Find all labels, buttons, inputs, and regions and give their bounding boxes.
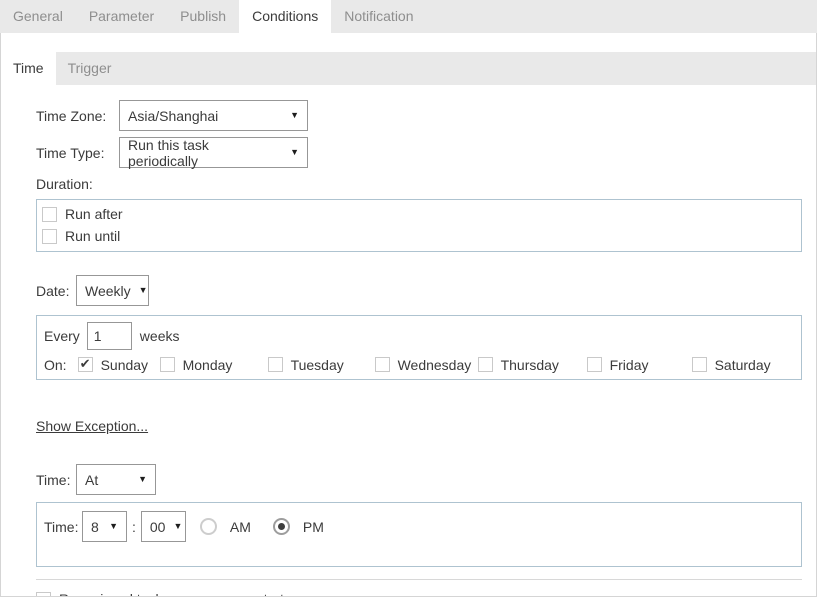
divider (36, 579, 802, 580)
duration-label: Duration: (36, 174, 801, 194)
run-missed-row: ✔ Run missed task upon server restart (36, 591, 801, 597)
pm-label: PM (303, 519, 324, 535)
timetype-value: Run this task periodically (128, 137, 282, 169)
time-separator: : (132, 519, 136, 535)
time-mode-value: At (85, 472, 98, 488)
am-radio[interactable] (200, 518, 217, 535)
pm-radio[interactable] (273, 518, 290, 535)
time-detail-label: Time: (44, 519, 82, 535)
timezone-row: Time Zone: Asia/Shanghai ▼ (36, 100, 801, 131)
saturday-label: Saturday (715, 357, 771, 373)
timetype-select[interactable]: Run this task periodically ▼ (119, 137, 308, 168)
caret-down-icon: ▼ (139, 286, 148, 295)
time-settings-form: Time Zone: Asia/Shanghai ▼ Time Type: Ru… (1, 85, 816, 597)
time-mode-row: Time: At ▼ (36, 464, 801, 495)
conditions-panel: Time Trigger Time Zone: Asia/Shanghai ▼ … (0, 33, 817, 597)
sub-tab-bar: Time Trigger (1, 52, 816, 85)
run-until-row: ✔ Run until (42, 225, 801, 247)
thursday-checkbox[interactable]: ✔ (478, 357, 493, 372)
show-exception-link[interactable]: Show Exception... (36, 418, 148, 434)
weeks-label: weeks (140, 328, 180, 344)
weekly-box: Every weeks On: ✔ Sunday ✔ Monday ✔ Tues… (36, 315, 802, 380)
day-saturday: ✔ Saturday (692, 357, 771, 373)
caret-down-icon: ▼ (109, 522, 118, 531)
tab-conditions[interactable]: Conditions (239, 0, 331, 33)
run-after-row: ✔ Run after (42, 203, 801, 225)
sunday-checkbox[interactable]: ✔ (78, 357, 93, 372)
tab-publish[interactable]: Publish (167, 0, 239, 33)
saturday-checkbox[interactable]: ✔ (692, 357, 707, 372)
date-select[interactable]: Weekly ▼ (76, 275, 149, 306)
every-weeks-input[interactable] (87, 322, 132, 350)
every-label: Every (44, 328, 80, 344)
day-tuesday: ✔ Tuesday (268, 357, 375, 373)
run-after-label: Run after (65, 206, 123, 222)
time-mode-select[interactable]: At ▼ (76, 464, 156, 495)
wednesday-checkbox[interactable]: ✔ (375, 357, 390, 372)
time-box: Time: 8 ▼ : 00 ▼ AM PM (36, 502, 802, 567)
run-after-checkbox[interactable]: ✔ (42, 207, 57, 222)
sunday-label: Sunday (101, 357, 148, 373)
minute-select[interactable]: 00 ▼ (141, 511, 186, 542)
duration-box: ✔ Run after ✔ Run until (36, 199, 802, 252)
run-missed-checkbox[interactable]: ✔ (36, 592, 51, 598)
radio-dot (278, 523, 285, 530)
tuesday-label: Tuesday (291, 357, 344, 373)
weekday-row: On: ✔ Sunday ✔ Monday ✔ Tuesday ✔ Wednes… (44, 355, 801, 374)
date-value: Weekly (85, 283, 131, 299)
friday-label: Friday (610, 357, 649, 373)
hour-select[interactable]: 8 ▼ (82, 511, 127, 542)
day-thursday: ✔ Thursday (478, 357, 587, 373)
caret-down-icon: ▼ (290, 148, 299, 157)
tab-notification[interactable]: Notification (331, 0, 426, 33)
run-missed-label: Run missed task upon server restart (59, 591, 284, 597)
tab-parameter[interactable]: Parameter (76, 0, 167, 33)
caret-down-icon: ▼ (173, 522, 182, 531)
tab-general[interactable]: General (0, 0, 76, 33)
friday-checkbox[interactable]: ✔ (587, 357, 602, 372)
monday-checkbox[interactable]: ✔ (160, 357, 175, 372)
day-sunday: ✔ Sunday (78, 357, 160, 373)
run-until-checkbox[interactable]: ✔ (42, 229, 57, 244)
wednesday-label: Wednesday (398, 357, 472, 373)
timetype-row: Time Type: Run this task periodically ▼ (36, 137, 801, 168)
every-weeks-row: Every weeks (44, 322, 801, 350)
timezone-label: Time Zone: (36, 108, 119, 124)
date-row: Date: Weekly ▼ (36, 275, 801, 306)
timetype-label: Time Type: (36, 145, 119, 161)
monday-label: Monday (183, 357, 233, 373)
day-wednesday: ✔ Wednesday (375, 357, 478, 373)
thursday-label: Thursday (501, 357, 559, 373)
time-mode-label: Time: (36, 472, 76, 488)
subtab-trigger[interactable]: Trigger (56, 52, 124, 85)
tuesday-checkbox[interactable]: ✔ (268, 357, 283, 372)
on-label: On: (44, 357, 67, 373)
hour-value: 8 (91, 519, 99, 535)
minute-value: 00 (150, 519, 166, 535)
caret-down-icon: ▼ (290, 111, 299, 120)
check-icon: ✔ (80, 357, 91, 370)
tab-panel-gap (1, 33, 816, 52)
date-label: Date: (36, 283, 76, 299)
timezone-value: Asia/Shanghai (128, 108, 218, 124)
caret-down-icon: ▼ (138, 475, 147, 484)
day-friday: ✔ Friday (587, 357, 692, 373)
subtab-time[interactable]: Time (1, 52, 56, 85)
run-until-label: Run until (65, 228, 120, 244)
am-label: AM (230, 519, 251, 535)
time-detail-row: Time: 8 ▼ : 00 ▼ AM PM (44, 511, 801, 542)
main-tab-bar: General Parameter Publish Conditions Not… (0, 0, 817, 33)
timezone-select[interactable]: Asia/Shanghai ▼ (119, 100, 308, 131)
day-monday: ✔ Monday (160, 357, 268, 373)
